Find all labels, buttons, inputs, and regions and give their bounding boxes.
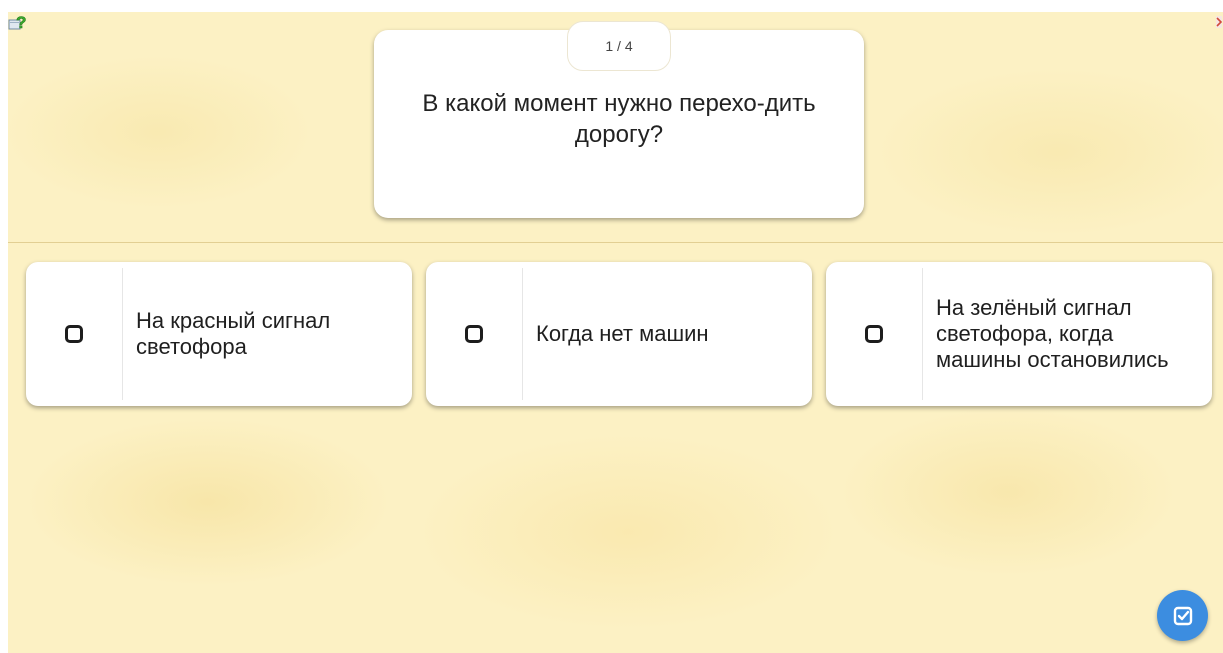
answer-checkbox-1[interactable] — [26, 262, 122, 406]
submit-answer-button[interactable] — [1157, 590, 1208, 641]
checkbox-empty-icon — [865, 325, 883, 343]
answer-separator — [522, 268, 523, 400]
answer-label-3: На зелёный сигнал светофора, когда машин… — [936, 295, 1169, 372]
question-card: 1 / 4 В какой момент нужно перехо-дить д… — [374, 21, 864, 218]
answer-checkbox-2[interactable] — [426, 262, 522, 406]
question-text: В какой момент нужно перехо-дить дорогу? — [422, 90, 816, 148]
answer-option-3[interactable]: На зелёный сигнал светофора, когда машин… — [826, 262, 1212, 406]
answer-separator — [122, 268, 123, 400]
checkbox-empty-icon — [465, 325, 483, 343]
answer-checkbox-3[interactable] — [826, 262, 922, 406]
answer-label-2: Когда нет машин — [536, 321, 709, 346]
check-square-icon — [1173, 606, 1192, 625]
corner-marker-icon[interactable] — [1215, 14, 1223, 32]
help-question-icon[interactable]: ? — [8, 12, 30, 34]
question-counter: 1 / 4 — [567, 21, 671, 71]
svg-text:?: ? — [16, 13, 26, 32]
answer-option-1[interactable]: На красный сигнал светофора — [26, 262, 412, 406]
answer-list: На красный сигнал светофора Когда нет ма… — [26, 262, 1218, 406]
checkbox-empty-icon — [65, 325, 83, 343]
answer-separator — [922, 268, 923, 400]
answer-label-1: На красный сигнал светофора — [136, 308, 331, 359]
answer-option-2[interactable]: Когда нет машин — [426, 262, 812, 406]
quiz-stage: ? 1 / 4 В какой момент нужно перехо-дить… — [8, 12, 1223, 653]
divider — [8, 242, 1223, 243]
